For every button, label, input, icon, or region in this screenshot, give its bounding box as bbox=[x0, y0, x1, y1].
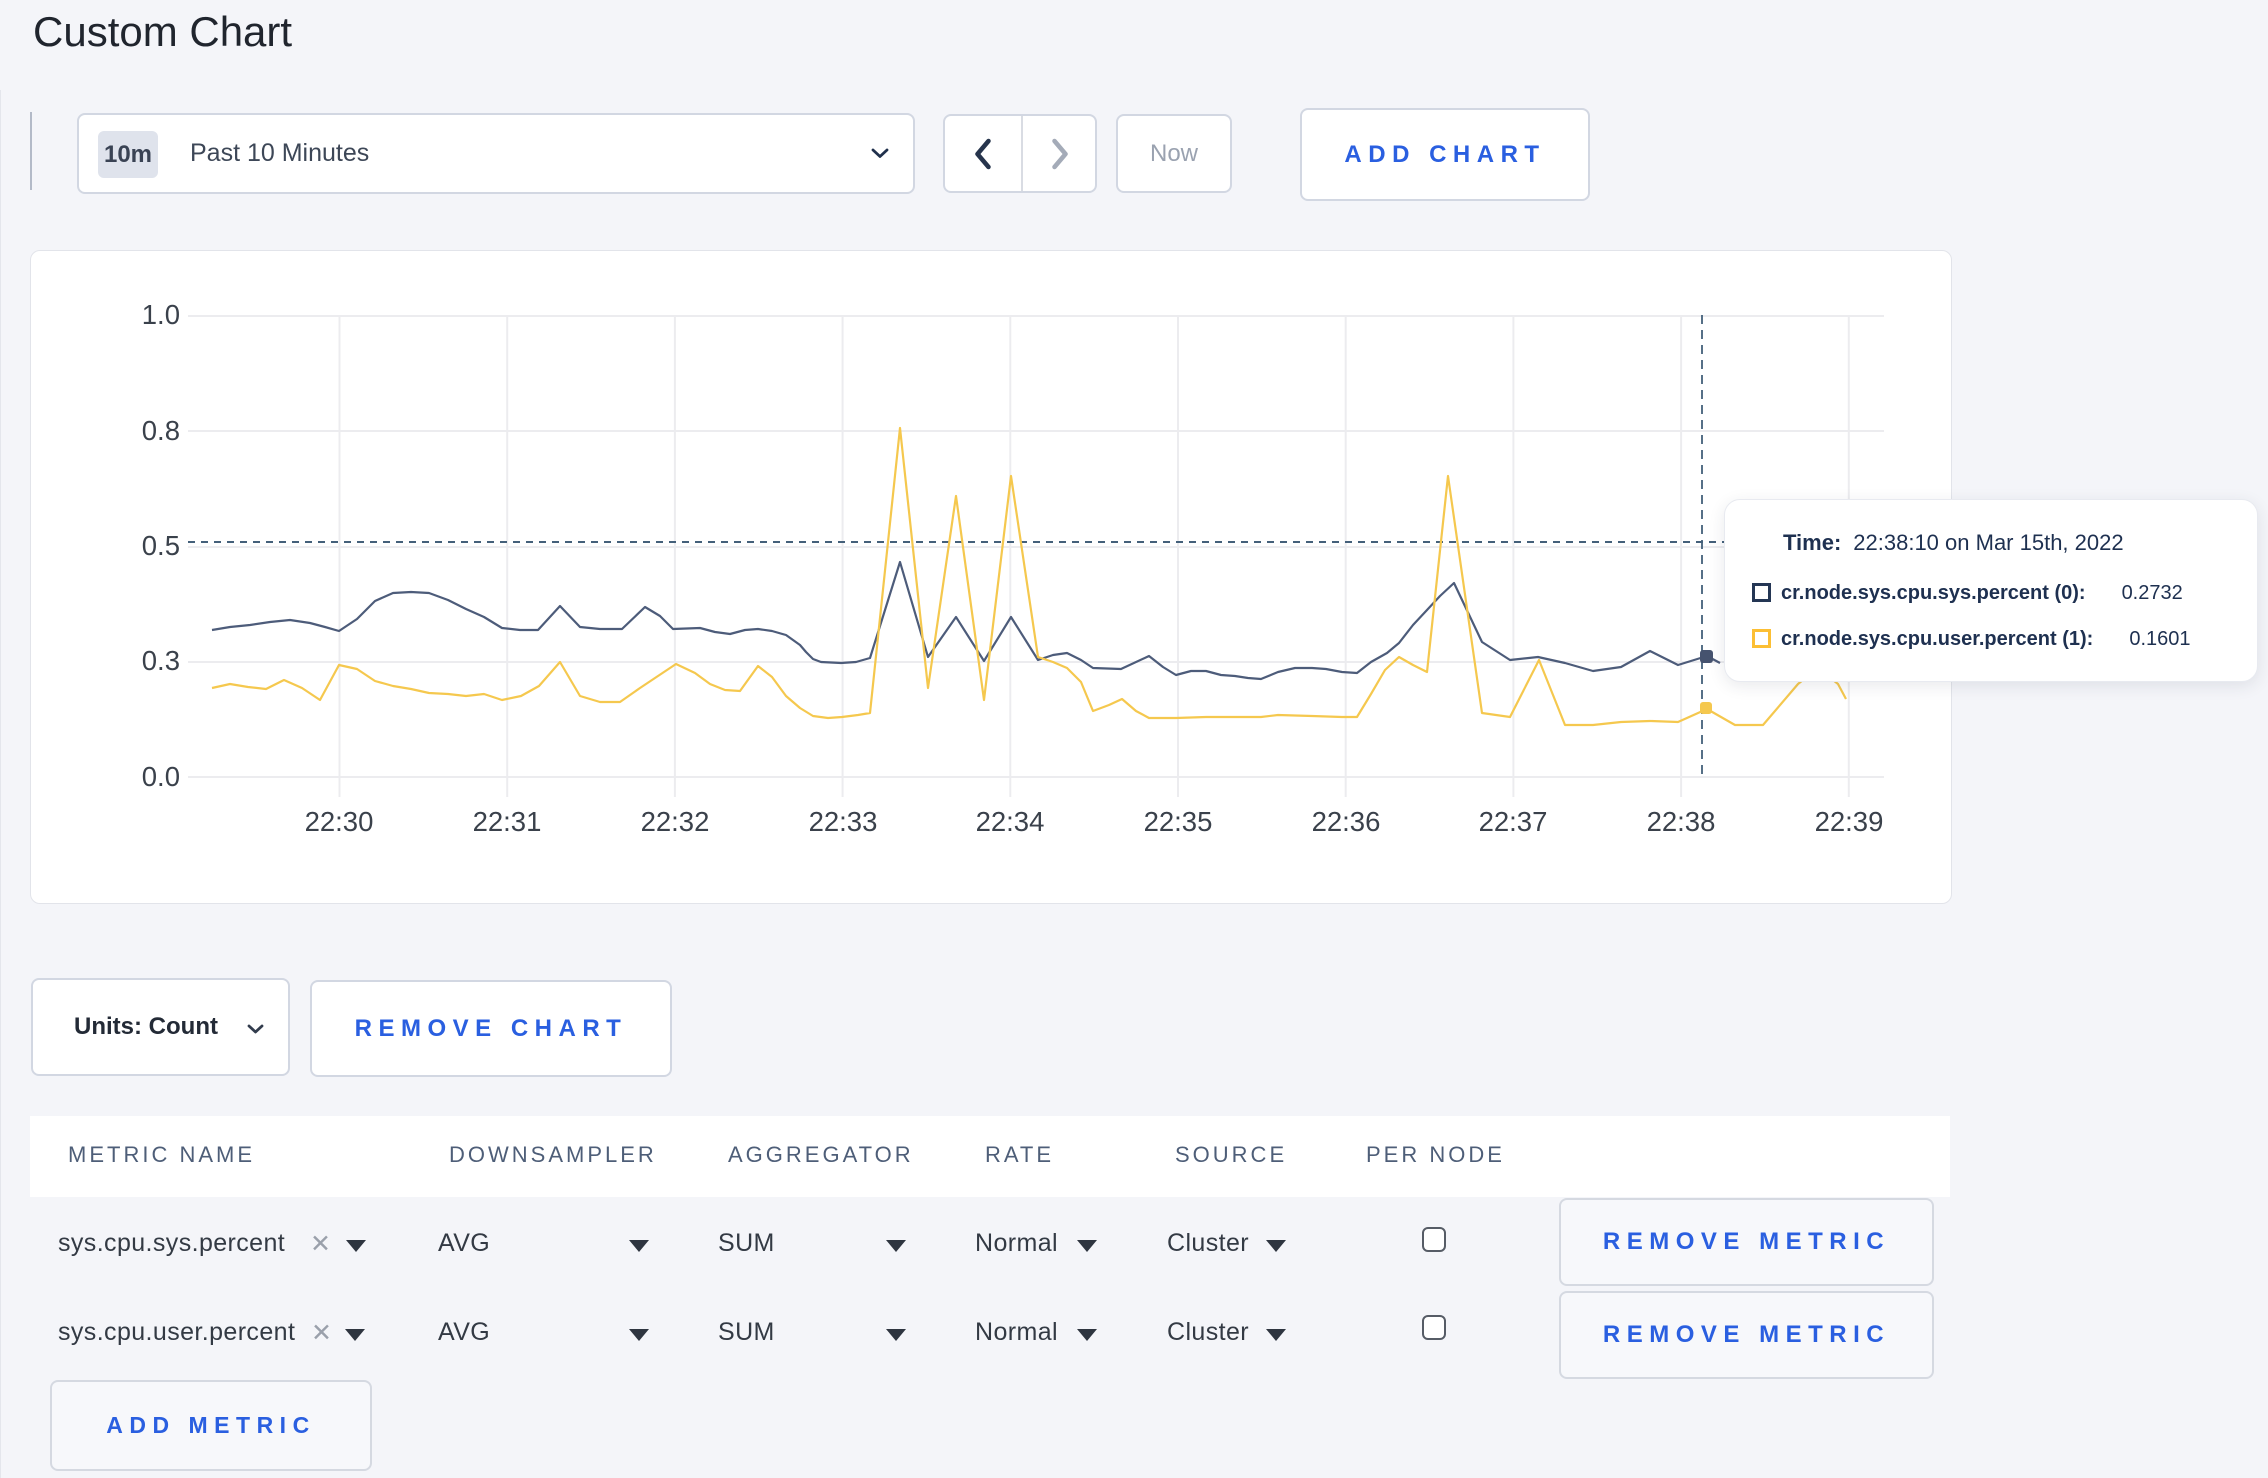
svg-text:22:38: 22:38 bbox=[1647, 806, 1716, 837]
svg-text:0.8: 0.8 bbox=[142, 415, 180, 446]
svg-text:0.3: 0.3 bbox=[142, 645, 180, 676]
svg-text:22:32: 22:32 bbox=[641, 806, 710, 837]
svg-text:22:30: 22:30 bbox=[305, 806, 374, 837]
svg-text:22:31: 22:31 bbox=[473, 806, 542, 837]
svg-text:22:39: 22:39 bbox=[1815, 806, 1884, 837]
svg-text:22:36: 22:36 bbox=[1312, 806, 1381, 837]
svg-text:0.0: 0.0 bbox=[142, 761, 180, 792]
svg-text:22:33: 22:33 bbox=[809, 806, 878, 837]
svg-text:1.0: 1.0 bbox=[142, 299, 180, 330]
svg-text:22:37: 22:37 bbox=[1479, 806, 1548, 837]
svg-text:0.5: 0.5 bbox=[142, 530, 180, 561]
svg-text:22:35: 22:35 bbox=[1144, 806, 1213, 837]
svg-text:22:34: 22:34 bbox=[976, 806, 1045, 837]
